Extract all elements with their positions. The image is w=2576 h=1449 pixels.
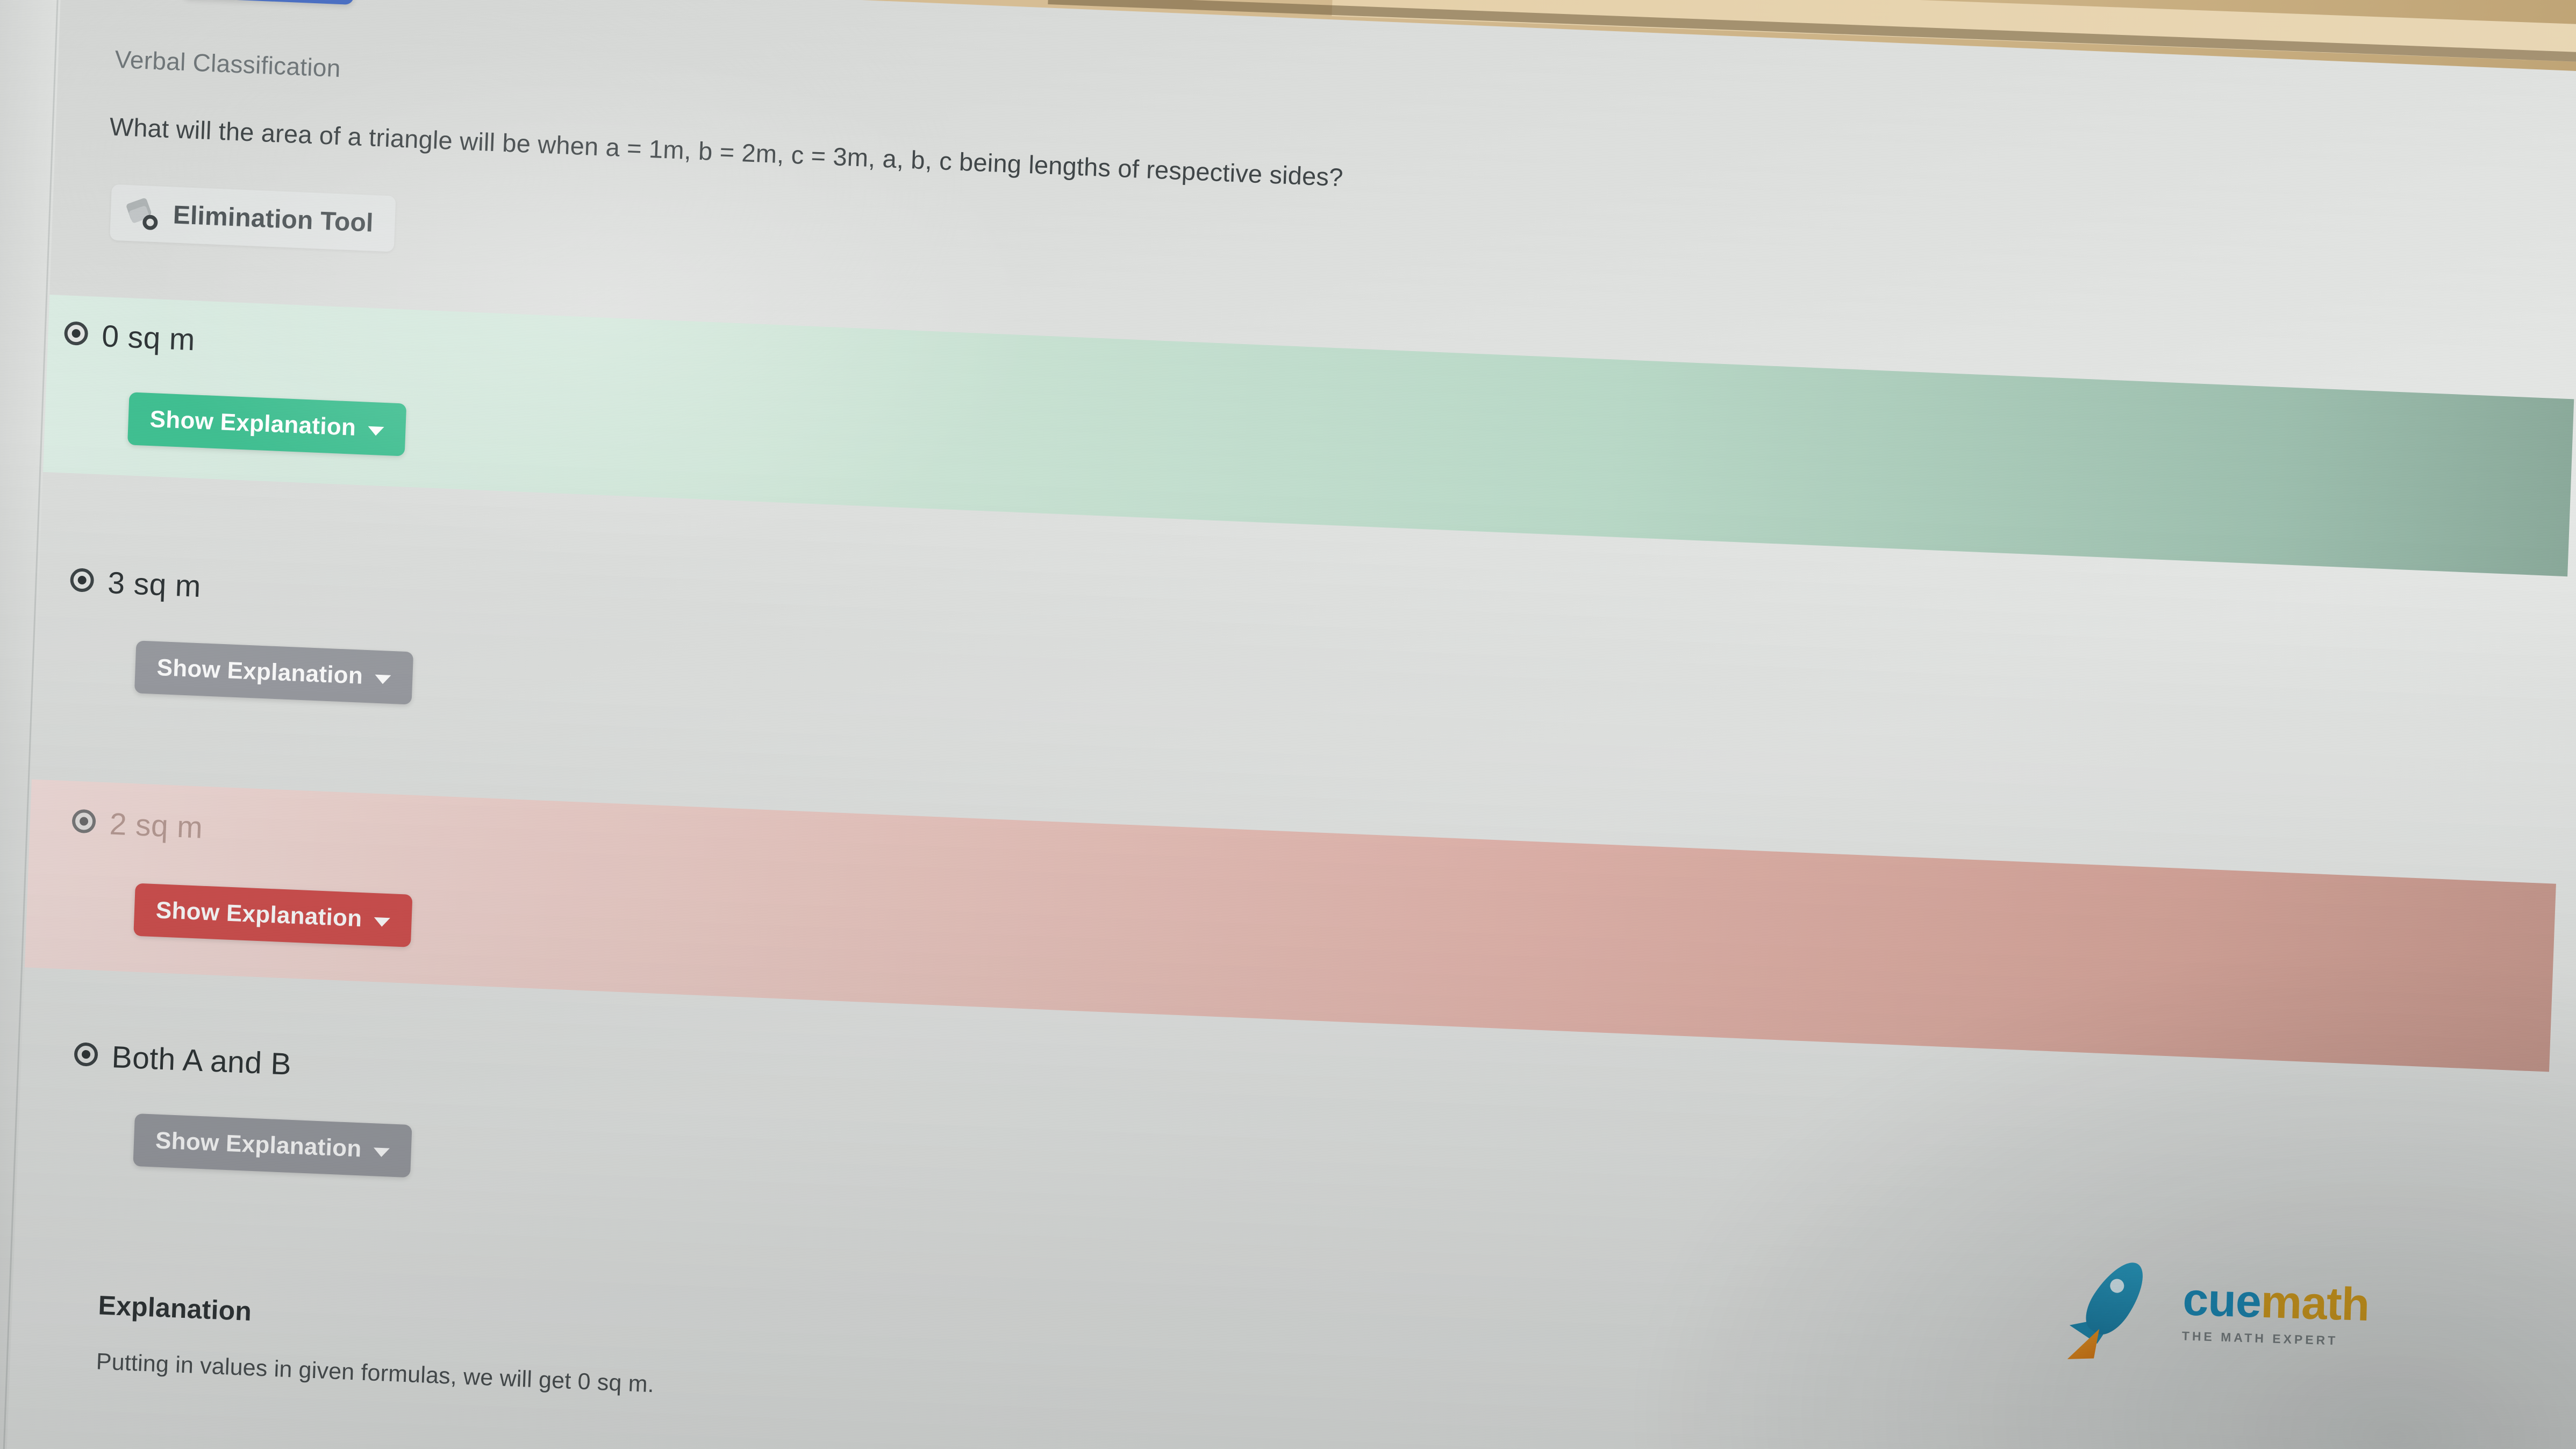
question-text: What will the area of a triangle will be… <box>109 112 1344 192</box>
elimination-tool-label: Elimination Tool <box>172 200 374 238</box>
option-c-label: 2 sq m <box>109 806 204 845</box>
screen-surface: Verbal Classification What will the area… <box>0 0 2576 1449</box>
option-a-radio[interactable] <box>63 321 89 346</box>
option-row-a[interactable]: 0 sq m Show Explanation <box>43 295 2574 577</box>
option-b-radio[interactable] <box>69 568 95 593</box>
option-row-b[interactable]: 3 sq m Show Explanation <box>34 541 2565 823</box>
option-d-radio[interactable] <box>74 1042 98 1067</box>
option-d-show-explanation-label: Show Explanation <box>155 1127 362 1162</box>
explanation-title: Explanation <box>97 1290 253 1327</box>
chevron-down-icon <box>374 674 391 684</box>
option-b-show-explanation-button[interactable]: Show Explanation <box>134 640 413 705</box>
option-a-show-explanation-button[interactable]: Show Explanation <box>127 392 406 456</box>
option-d-show-explanation-button[interactable]: Show Explanation <box>133 1113 412 1178</box>
brand-tagline: THE MATH EXPERT <box>2181 1328 2338 1347</box>
eraser-icon <box>125 197 160 231</box>
explanation-body: Putting in values in given formulas, we … <box>96 1348 655 1398</box>
rocket-icon <box>2063 1252 2168 1362</box>
cuemath-wordmark: cuemath THE MATH EXPERT <box>2181 1273 2370 1348</box>
browser-viewport: Verbal Classification What will the area… <box>0 0 2576 1449</box>
chevron-down-icon <box>373 917 390 927</box>
option-a-label: 0 sq m <box>101 319 196 358</box>
option-c-radio[interactable] <box>71 809 96 834</box>
option-a-show-explanation-label: Show Explanation <box>149 405 357 441</box>
top-primary-button[interactable] <box>181 0 356 5</box>
option-c-show-explanation-label: Show Explanation <box>155 897 363 932</box>
option-b-show-explanation-label: Show Explanation <box>156 654 364 689</box>
elimination-tool-button[interactable]: Elimination Tool <box>110 184 396 252</box>
option-b-label: 3 sq m <box>107 566 202 604</box>
chevron-down-icon <box>373 1147 390 1158</box>
brand-name-part1: cue <box>2182 1273 2262 1327</box>
brand-name-part2: math <box>2260 1275 2370 1331</box>
option-d-label: Both A and B <box>111 1040 292 1082</box>
option-c-show-explanation-button[interactable]: Show Explanation <box>133 883 413 947</box>
photographed-screen-stage: Verbal Classification What will the area… <box>0 0 2576 1449</box>
quiz-category-label: Verbal Classification <box>114 45 341 83</box>
cuemath-logo: cuemath THE MATH EXPERT <box>2063 1252 2371 1368</box>
chevron-down-icon <box>367 426 384 436</box>
